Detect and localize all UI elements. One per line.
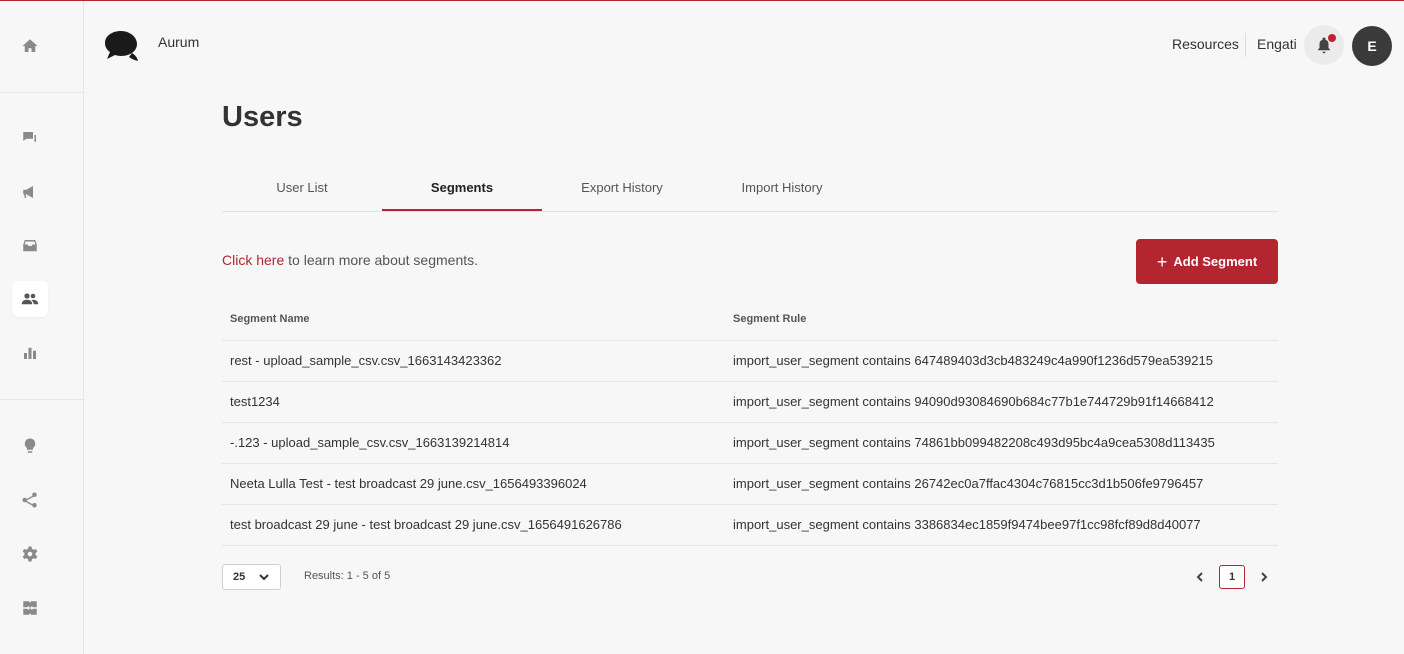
brand-name: Aurum <box>158 34 200 50</box>
sidebar-divider <box>0 92 83 93</box>
segment-rule-cell: import_user_segment contains 74861bb0994… <box>725 422 1278 464</box>
header-divider <box>1245 33 1246 57</box>
analytics-icon <box>24 347 36 359</box>
tabs-bar: User List Segments Export History Import… <box>222 171 1278 212</box>
sidebar-item-analytics[interactable] <box>12 335 48 371</box>
table-header-row: Segment Name Segment Rule <box>222 299 1278 341</box>
megaphone-icon <box>23 186 33 198</box>
chevron-right-icon <box>1261 572 1268 582</box>
segments-info: Click here to learn more about segments. <box>222 252 478 268</box>
inbox-icon <box>23 240 37 252</box>
segment-rule-cell: import_user_segment contains 94090d93084… <box>725 381 1278 423</box>
chat-icon <box>23 132 36 143</box>
column-header-segment-name[interactable]: Segment Name <box>222 299 725 341</box>
results-count: Results: 1 - 5 of 5 <box>304 570 391 582</box>
integrations-icon <box>22 492 37 508</box>
previous-page-button[interactable] <box>1192 567 1208 587</box>
next-page-button[interactable] <box>1256 567 1272 587</box>
notifications-button[interactable] <box>1304 25 1344 65</box>
users-icon <box>21 293 39 305</box>
page-number-button[interactable]: 1 <box>1219 565 1245 589</box>
sidebar-item-integrations[interactable] <box>12 482 48 518</box>
notification-dot <box>1328 34 1336 42</box>
sidebar-item-settings[interactable] <box>12 536 48 572</box>
page-title: Users <box>222 101 303 133</box>
segment-rule-cell: import_user_segment contains 26742ec0a7f… <box>725 463 1278 505</box>
sidebar-item-ideas[interactable] <box>12 428 48 464</box>
sidebar-item-marketplace[interactable] <box>12 590 48 626</box>
table-row[interactable]: rest - upload_sample_csv.csv_16631434233… <box>222 340 1278 382</box>
chevron-left-icon <box>1196 572 1203 582</box>
segment-name-cell: test1234 <box>222 381 725 423</box>
sidebar-item-broadcast[interactable] <box>12 174 48 210</box>
home-icon <box>22 39 38 52</box>
segment-name-cell: -.123 - upload_sample_csv.csv_1663139214… <box>222 422 725 464</box>
segment-name-cell: test broadcast 29 june - test broadcast … <box>222 504 725 546</box>
segments-table: Segment Name Segment Rule rest - upload_… <box>222 299 1278 546</box>
tab-export-history[interactable]: Export History <box>542 171 702 211</box>
sidebar-item-inbox[interactable] <box>12 228 48 264</box>
table-row[interactable]: test1234 import_user_segment contains 94… <box>222 381 1278 423</box>
segment-rule-cell: import_user_segment contains 647489403d3… <box>725 340 1278 382</box>
add-segment-label: Add Segment <box>1173 254 1258 269</box>
rows-per-page-value: 25 <box>233 571 246 583</box>
tab-user-list[interactable]: User List <box>222 171 382 211</box>
segment-rule-cell: import_user_segment contains 3386834ec18… <box>725 504 1278 546</box>
sidebar-item-home[interactable] <box>12 28 48 64</box>
logo-icon <box>105 31 138 61</box>
add-segment-button[interactable]: + Add Segment <box>1136 239 1278 284</box>
tab-import-history[interactable]: Import History <box>702 171 862 211</box>
bulb-icon <box>24 438 36 453</box>
chevron-down-icon <box>259 574 269 581</box>
table-row[interactable]: -.123 - upload_sample_csv.csv_1663139214… <box>222 422 1278 464</box>
segment-name-cell: Neeta Lulla Test - test broadcast 29 jun… <box>222 463 725 505</box>
info-text: to learn more about segments. <box>284 252 479 268</box>
workspace-link[interactable]: Engati <box>1257 36 1297 52</box>
settings-icon <box>22 546 38 562</box>
sidebar-item-conversations[interactable] <box>12 120 48 156</box>
marketplace-icon <box>23 601 37 615</box>
avatar[interactable]: E <box>1352 26 1392 66</box>
table-row[interactable]: Neeta Lulla Test - test broadcast 29 jun… <box>222 463 1278 505</box>
sidebar-divider <box>0 399 83 400</box>
learn-more-link[interactable]: Click here <box>222 252 284 268</box>
sidebar <box>0 1 84 654</box>
tab-segments[interactable]: Segments <box>382 171 542 211</box>
column-header-segment-rule[interactable]: Segment Rule <box>725 299 1278 341</box>
plus-icon: + <box>1156 251 1168 272</box>
table-row[interactable]: test broadcast 29 june - test broadcast … <box>222 504 1278 546</box>
segment-name-cell: rest - upload_sample_csv.csv_16631434233… <box>222 340 725 382</box>
resources-link[interactable]: Resources <box>1172 36 1239 52</box>
rows-per-page-select[interactable]: 25 <box>222 564 281 590</box>
sidebar-item-users[interactable] <box>12 281 48 317</box>
